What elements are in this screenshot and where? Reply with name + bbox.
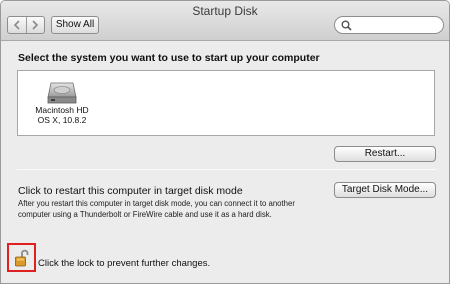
disk-name-label: Macintosh HD xyxy=(35,105,89,115)
search-field[interactable] xyxy=(334,16,444,34)
target-disk-mode-description: After you restart this computer in targe… xyxy=(18,199,295,219)
disk-item-macintosh-hd[interactable]: Macintosh HD OS X, 10.8.2 xyxy=(28,77,96,125)
section-divider xyxy=(17,169,437,170)
chevron-left-icon xyxy=(13,20,20,30)
unlocked-padlock-icon xyxy=(15,249,29,267)
restart-button[interactable]: Restart... xyxy=(334,146,436,162)
startup-disk-list[interactable]: Macintosh HD OS X, 10.8.2 xyxy=(17,70,435,136)
lock-instruction-text: Click the lock to prevent further change… xyxy=(38,258,211,269)
navigation-buttons xyxy=(7,16,45,34)
forward-button[interactable] xyxy=(25,17,45,33)
title-bar: Startup Disk Show All xyxy=(1,1,449,41)
startup-disk-window: Startup Disk Show All Select the system … xyxy=(0,0,450,284)
back-button[interactable] xyxy=(8,17,26,33)
chevron-right-icon xyxy=(32,20,39,30)
show-all-button[interactable]: Show All xyxy=(51,16,99,34)
hard-disk-icon xyxy=(47,82,77,104)
target-disk-mode-heading: Click to restart this computer in target… xyxy=(18,185,243,197)
magnifier-icon xyxy=(341,20,352,31)
select-system-heading: Select the system you want to use to sta… xyxy=(18,52,320,64)
disk-system-label: OS X, 10.8.2 xyxy=(37,115,87,125)
target-disk-mode-button[interactable]: Target Disk Mode... xyxy=(334,182,436,198)
lock-highlight-box[interactable] xyxy=(7,243,36,272)
